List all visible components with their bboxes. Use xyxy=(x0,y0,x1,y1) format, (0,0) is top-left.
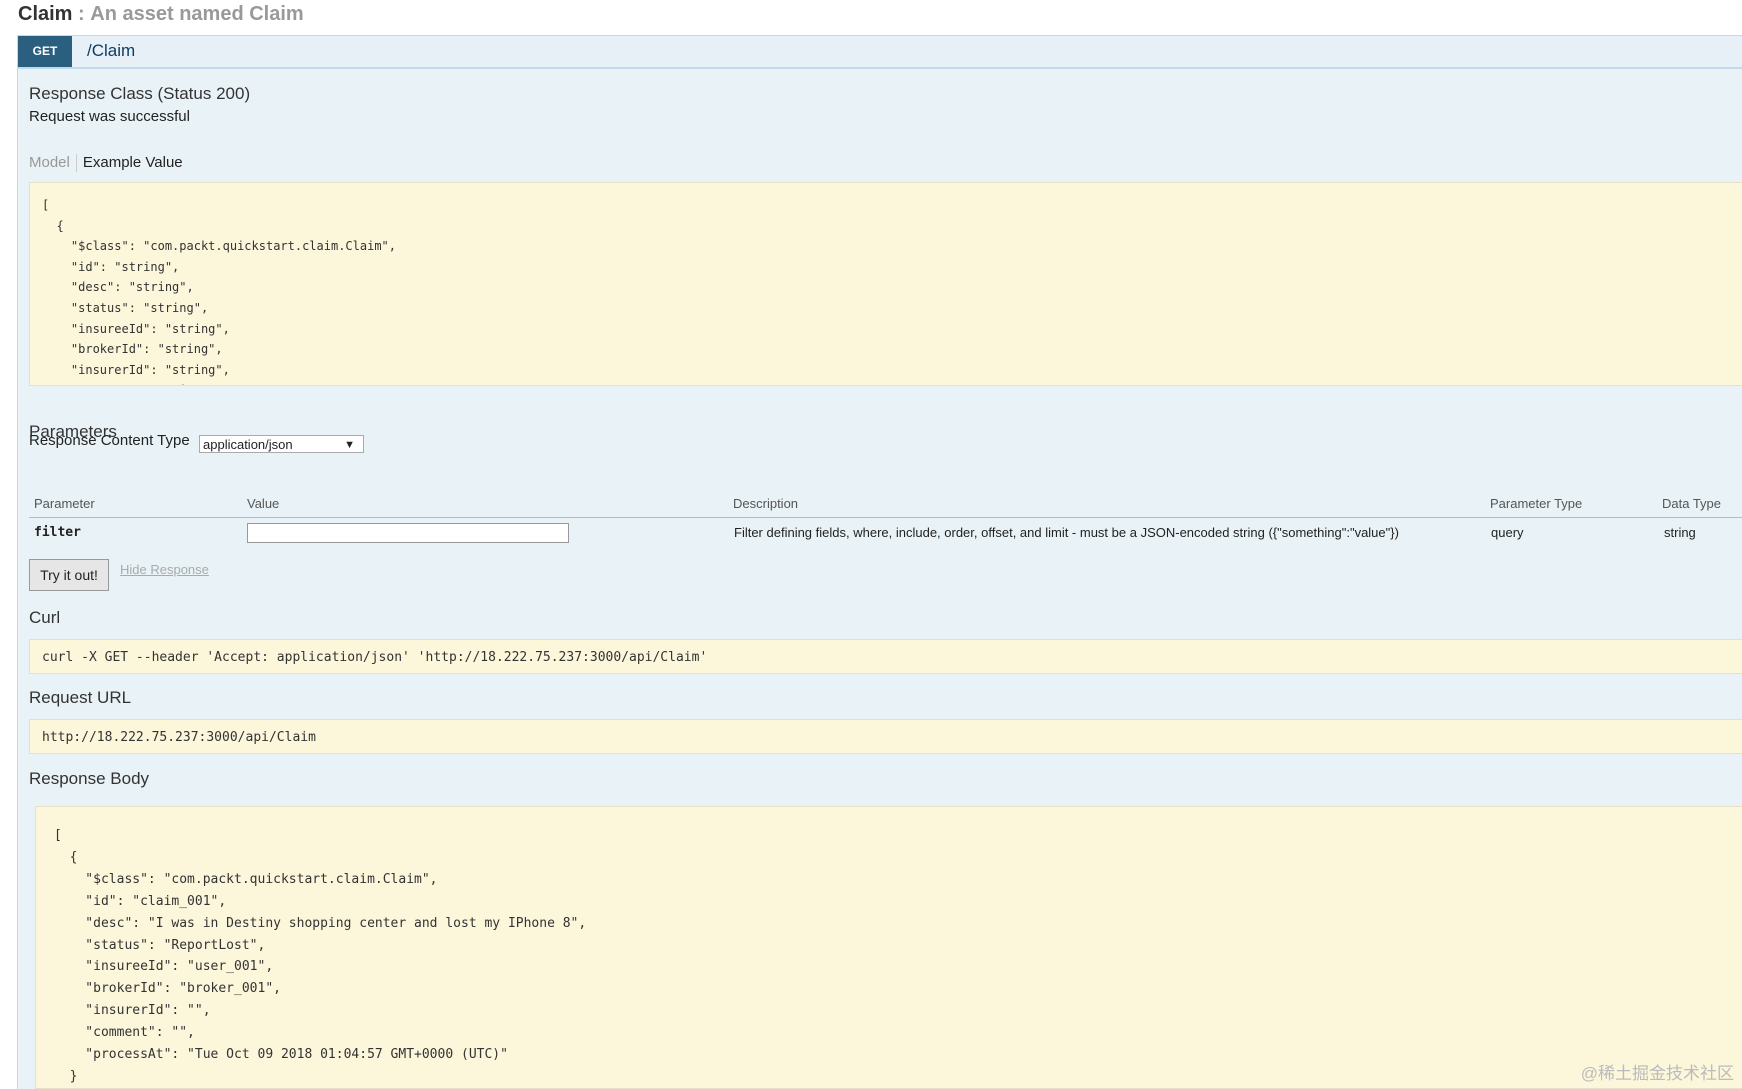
code-line: "comment": "", xyxy=(54,1025,195,1041)
curl-command[interactable]: curl -X GET --header 'Accept: applicatio… xyxy=(29,639,1742,674)
response-body-code[interactable]: [ { "$class": "com.packt.quickstart.clai… xyxy=(35,806,1742,1089)
code-line: "id": "claim_001", xyxy=(54,893,227,909)
code-line: } xyxy=(54,1068,78,1084)
code-line: "insurerId": "string", xyxy=(42,362,230,377)
code-line: "id": "string", xyxy=(42,259,180,274)
column-header-parameter-type: Parameter Type xyxy=(1490,496,1583,511)
code-line: "brokerId": "broker_001", xyxy=(54,981,281,997)
column-header-description: Description xyxy=(733,496,799,511)
parameters-heading: Parameters xyxy=(29,422,117,441)
column-header-parameter: Parameter xyxy=(34,496,95,511)
response-class-heading: Response Class (Status 200) xyxy=(29,84,251,103)
code-line: [ xyxy=(42,198,50,212)
content-type-select[interactable]: application/json ▼ xyxy=(199,435,364,453)
code-line: { xyxy=(54,849,78,865)
filter-value-input[interactable] xyxy=(247,523,569,543)
code-line: "$class": "com.packt.quickstart.claim.Cl… xyxy=(54,871,438,887)
request-url-value[interactable]: http://18.222.75.237:3000/api/Claim xyxy=(29,719,1742,754)
try-it-out-button[interactable]: Try it out! xyxy=(29,559,109,591)
example-value-code[interactable]: [ { "$class": "com.packt.quickstart.clai… xyxy=(29,182,1742,386)
code-line: "insureeId": "user_001", xyxy=(54,959,274,975)
tab-model[interactable]: Model xyxy=(29,154,70,171)
http-method-badge[interactable]: GET xyxy=(18,36,72,67)
tab-example-value[interactable]: Example Value xyxy=(83,154,183,171)
code-line: "insurerId": "", xyxy=(54,1003,211,1019)
code-line: "desc": "string", xyxy=(42,280,194,295)
code-line: "processAt": "Tue Oct 09 2018 01:04:57 G… xyxy=(54,1047,508,1063)
tab-divider xyxy=(75,154,77,173)
column-header-value: Value xyxy=(247,496,280,511)
resource-description: An asset named Claim xyxy=(90,3,304,25)
request-url-heading: Request URL xyxy=(29,688,132,707)
code-line: "comment": "string", xyxy=(42,380,1742,385)
column-header-data-type: Data Type xyxy=(1662,496,1722,511)
title-separator: : xyxy=(78,3,85,25)
hide-response-link[interactable]: Hide Response xyxy=(120,562,209,577)
code-line: "desc": "I was in Destiny shopping cente… xyxy=(54,915,587,931)
code-line: "insureeId": "string", xyxy=(42,321,230,336)
code-line: "status": "ReportLost", xyxy=(54,937,266,953)
code-line: "brokerId": "string", xyxy=(42,342,223,357)
code-line: { xyxy=(42,218,64,233)
resource-name: Claim xyxy=(18,3,73,25)
watermark: @稀土掘金技术社区 xyxy=(1580,1064,1734,1083)
code-line: "status": "string", xyxy=(42,300,209,315)
operation-panel: GET /Claim Response Class (Status 200) R… xyxy=(17,35,1742,1089)
param-description: Filter defining fields, where, include, … xyxy=(734,525,1399,540)
operation-header[interactable]: GET /Claim xyxy=(18,36,1742,69)
code-line: "$class": "com.packt.quickstart.claim.Cl… xyxy=(42,239,397,254)
content-type-value: application/json xyxy=(203,437,293,452)
operation-path[interactable]: /Claim xyxy=(87,41,135,61)
param-name: filter xyxy=(34,525,81,540)
table-header-divider xyxy=(29,517,1742,518)
dropdown-arrow-icon: ▼ xyxy=(344,439,355,451)
curl-heading: Curl xyxy=(29,608,61,627)
response-class-message: Request was successful xyxy=(29,108,190,125)
param-data-type: string xyxy=(1664,525,1696,540)
param-type: query xyxy=(1491,525,1524,540)
resource-title: Claim : An asset named Claim xyxy=(18,2,304,26)
response-body-heading: Response Body xyxy=(29,769,150,788)
code-line: [ xyxy=(54,828,62,843)
model-tabs: Model Example Value xyxy=(29,154,183,173)
